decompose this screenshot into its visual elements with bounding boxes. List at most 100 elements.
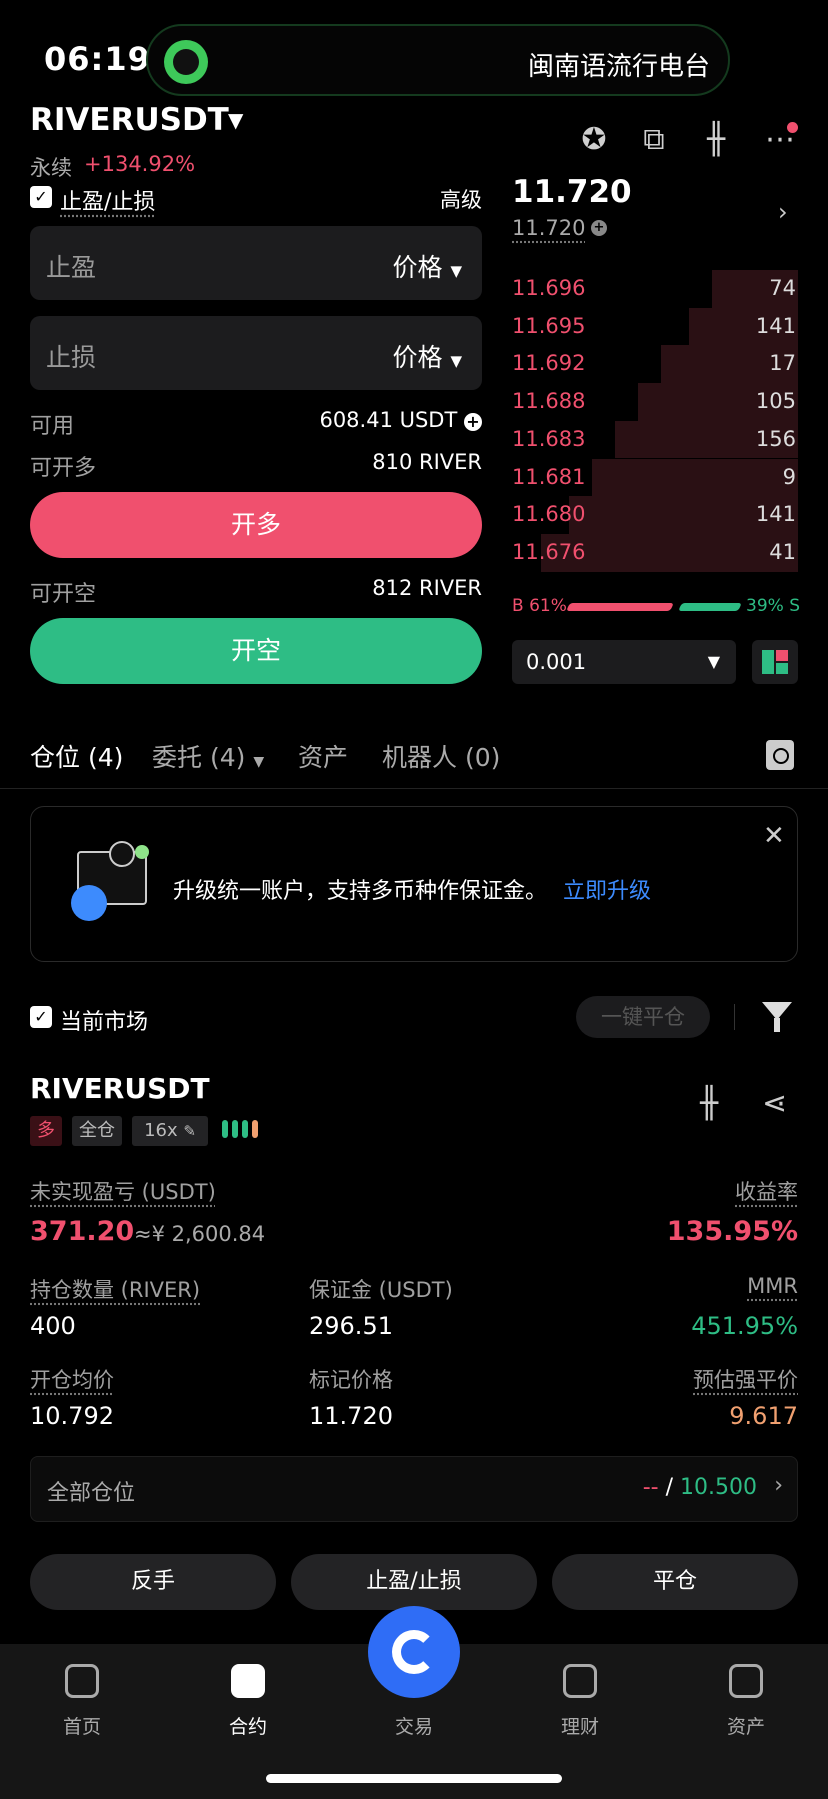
nav-assets-label: 资产 — [726, 1716, 765, 1738]
candlestick-icon[interactable]: ╫ — [696, 120, 736, 160]
ask-price: 11.695 — [512, 313, 586, 338]
nav-earn[interactable]: 理财 — [520, 1664, 640, 1739]
all-positions-row[interactable]: 全部仓位 -- / 10.500 › — [30, 1456, 798, 1522]
order-book-row[interactable]: 11.681 9 — [512, 458, 798, 497]
current-market-checkbox[interactable]: ✓ — [30, 1006, 52, 1028]
order-book-row[interactable]: 11.692 17 — [512, 345, 798, 384]
stop-loss-placeholder: 止损 — [46, 343, 97, 372]
mmr-label: MMR — [747, 1274, 798, 1298]
chart-settings-icon[interactable]: ⧉ — [634, 120, 674, 160]
available-value: 608.41 USDT + — [319, 408, 482, 432]
order-book-row[interactable]: 11.680 141 — [512, 496, 798, 534]
wallet-icon — [729, 1664, 763, 1698]
pair-title[interactable]: RIVERUSDT — [30, 102, 229, 138]
quantity-value: 400 — [30, 1312, 76, 1340]
futures-icon — [231, 1664, 265, 1698]
can-long-label: 可开多 — [30, 456, 97, 481]
tab-positions[interactable]: 仓位 (4) — [30, 738, 123, 774]
status-time: 06:19 — [44, 40, 151, 78]
close-position-button[interactable]: 平仓 — [552, 1554, 798, 1610]
current-market-label[interactable]: 当前市场 — [60, 1004, 148, 1036]
take-profit-type-select[interactable]: 价格 ▼ — [392, 248, 462, 284]
ask-price: 11.688 — [512, 389, 586, 414]
leverage-badge[interactable]: 16x ✎ — [132, 1116, 208, 1146]
nav-home-label: 首页 — [62, 1716, 101, 1738]
medal-icon[interactable]: ✪ — [574, 120, 614, 160]
ask-quantity: 9 — [782, 464, 796, 489]
radio-app-icon — [164, 40, 208, 84]
open-short-button[interactable]: 开空 — [30, 618, 482, 684]
ask-quantity: 74 — [769, 276, 796, 300]
tpsl-checkbox[interactable]: ✓ — [30, 186, 52, 208]
last-price: 11.720 — [512, 174, 632, 210]
filter-icon-stem — [774, 1018, 780, 1032]
tpsl-button[interactable]: 止盈/止损 — [291, 1554, 537, 1610]
side-badge: 多 — [30, 1116, 62, 1146]
take-profit-field[interactable]: 止盈 价格 ▼ — [30, 226, 482, 300]
tpsl-label[interactable]: 止盈/止损 — [60, 184, 155, 216]
stop-loss-field[interactable]: 止损 价格 ▼ — [30, 316, 482, 390]
mark-price-label: 标记价格 — [309, 1368, 393, 1392]
margin-label: 保证金 (USDT) — [309, 1278, 453, 1302]
nav-futures[interactable]: 合约 — [188, 1664, 308, 1739]
trade-fab-button[interactable] — [368, 1606, 460, 1698]
nav-home[interactable]: 首页 — [22, 1664, 142, 1739]
adl-indicator — [222, 1120, 274, 1140]
account-illustration-icon — [71, 841, 149, 921]
tab-orders[interactable]: 委托 (4) ▼ — [152, 738, 264, 774]
reverse-button[interactable]: 反手 — [30, 1554, 276, 1610]
home-indicator — [266, 1774, 562, 1783]
price-change: +134.92% — [84, 152, 196, 176]
ask-price: 11.683 — [512, 426, 586, 451]
order-book-row[interactable]: 11.696 74 — [512, 270, 798, 308]
plus-icon[interactable]: + — [591, 220, 607, 236]
close-icon[interactable]: ✕ — [763, 821, 785, 851]
ask-price: 11.692 — [512, 351, 586, 376]
ask-quantity: 105 — [755, 389, 796, 414]
tab-assets[interactable]: 资产 — [298, 738, 348, 774]
sell-ratio: 39% S — [746, 596, 800, 616]
can-short-value: 812 RIVER — [372, 576, 482, 600]
candlestick-icon[interactable]: ╫ — [700, 1086, 718, 1121]
all-positions-label: 全部仓位 — [47, 1481, 136, 1506]
chevron-right-icon[interactable]: › — [778, 198, 788, 226]
stop-loss-type-select[interactable]: 价格 ▼ — [392, 338, 462, 374]
notification-dot — [787, 122, 798, 133]
perpetual-label: 永续 — [30, 156, 72, 180]
quantity-label: 持仓数量 (RIVER) — [30, 1278, 201, 1302]
order-book-row[interactable]: 11.695 141 — [512, 307, 798, 346]
upgrade-banner: 升级统一账户，支持多币种作保证金。 立即升级 ✕ — [30, 806, 798, 962]
order-book-row[interactable]: 11.676 41 — [512, 533, 798, 572]
ask-price: 11.681 — [512, 464, 586, 489]
home-icon — [65, 1664, 99, 1698]
nav-futures-label: 合约 — [228, 1716, 267, 1738]
upnl-cny-value: ≈¥ 2,600.84 — [134, 1222, 266, 1246]
order-book-row[interactable]: 11.683 156 — [512, 420, 798, 459]
roe-value: 135.95% — [666, 1216, 798, 1247]
sell-ratio-bar — [678, 603, 742, 611]
history-icon[interactable] — [766, 740, 794, 770]
upgrade-now-link[interactable]: 立即升级 — [563, 873, 651, 905]
entry-price-value: 10.792 — [30, 1402, 114, 1430]
nav-assets[interactable]: 资产 — [686, 1664, 806, 1739]
price-step-select[interactable]: 0.001 ▼ — [512, 640, 736, 684]
divider — [0, 788, 828, 789]
order-book-row[interactable]: 11.688 105 — [512, 383, 798, 421]
share-icon[interactable]: ⋖ — [762, 1086, 787, 1121]
tab-bots[interactable]: 机器人 (0) — [382, 738, 500, 774]
advanced-toggle[interactable]: 高级 — [440, 184, 482, 214]
ask-quantity: 156 — [755, 426, 796, 451]
close-all-button[interactable]: 一键平仓 — [576, 996, 710, 1038]
book-layout-icon[interactable] — [752, 640, 798, 684]
banner-text: 升级统一账户，支持多币种作保证金。 — [173, 879, 548, 904]
dynamic-island[interactable]: 闽南语流行电台 — [146, 24, 730, 96]
caret-down-icon[interactable]: ▼ — [228, 108, 243, 132]
mark-price-value: 11.720 — [309, 1402, 393, 1430]
open-long-button[interactable]: 开多 — [30, 492, 482, 558]
buy-ratio-bar — [566, 603, 674, 611]
all-positions-value: -- / 10.500 — [642, 1475, 757, 1500]
can-short-label: 可开空 — [30, 582, 97, 607]
ask-price: 11.680 — [512, 502, 586, 527]
add-funds-icon[interactable]: + — [464, 413, 482, 431]
take-profit-placeholder: 止盈 — [46, 253, 97, 282]
